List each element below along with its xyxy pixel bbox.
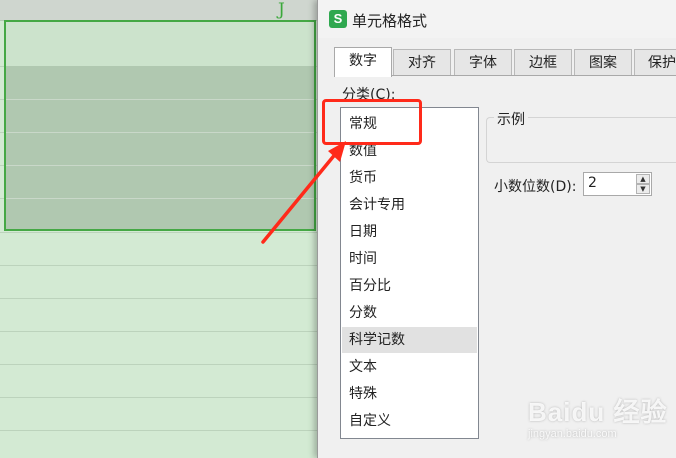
tab-alignment[interactable]: 对齐: [393, 49, 451, 75]
spreadsheet-area: J: [0, 0, 330, 458]
category-item-percentage[interactable]: 百分比: [342, 273, 477, 299]
annotation-highlight-box: [322, 99, 422, 145]
decimal-places-value[interactable]: 2: [588, 175, 597, 191]
selected-cells[interactable]: [6, 66, 314, 229]
category-item-text[interactable]: 文本: [342, 354, 477, 380]
wps-app-icon: S: [329, 10, 347, 28]
row-line: [0, 397, 330, 398]
row-line: [0, 298, 330, 299]
category-item-special[interactable]: 特殊: [342, 381, 477, 407]
row-line: [0, 232, 330, 233]
tab-font[interactable]: 字体: [454, 49, 512, 75]
category-item-currency[interactable]: 货币: [342, 165, 477, 191]
category-item-scientific[interactable]: 科学记数: [342, 327, 477, 353]
category-item-time[interactable]: 时间: [342, 246, 477, 272]
row-line: [0, 331, 330, 332]
category-list[interactable]: 常规 数值 货币 会计专用 日期 时间 百分比 分数 科学记数 文本 特殊 自定…: [340, 107, 479, 439]
dialog-tabs: 数字 对齐 字体 边框 图案 保护: [334, 47, 676, 77]
row-line: [0, 265, 330, 266]
sample-label: 示例: [494, 109, 528, 129]
watermark-url: jingyan.baidu.com: [528, 428, 617, 440]
decimal-places-label: 小数位数(D):: [494, 179, 577, 195]
row-line: [0, 430, 330, 431]
tab-pattern[interactable]: 图案: [574, 49, 632, 75]
column-header-j[interactable]: J: [278, 0, 285, 20]
decimal-places-stepper[interactable]: 2 ▲ ▼: [583, 172, 652, 196]
dialog-title: 单元格格式: [352, 12, 428, 30]
watermark-logo-text: Baidu 经验: [528, 397, 668, 427]
tab-number[interactable]: 数字: [334, 47, 392, 77]
dialog-titlebar[interactable]: S 单元格格式: [318, 0, 676, 38]
tab-protection[interactable]: 保护: [634, 49, 676, 75]
row-line: [0, 364, 330, 365]
category-item-accounting[interactable]: 会计专用: [342, 192, 477, 218]
category-item-fraction[interactable]: 分数: [342, 300, 477, 326]
category-item-date[interactable]: 日期: [342, 219, 477, 245]
spin-down-icon[interactable]: ▼: [636, 184, 650, 194]
tab-border[interactable]: 边框: [514, 49, 572, 75]
format-cells-dialog: S 单元格格式 数字 对齐 字体 边框 图案 保护 分类(C): 常规 数值 货…: [317, 0, 676, 458]
category-item-custom[interactable]: 自定义: [342, 408, 477, 434]
spin-up-icon[interactable]: ▲: [636, 174, 650, 184]
baidu-jingyan-watermark: Baidu 经验 jingyan.baidu.com: [528, 392, 668, 440]
